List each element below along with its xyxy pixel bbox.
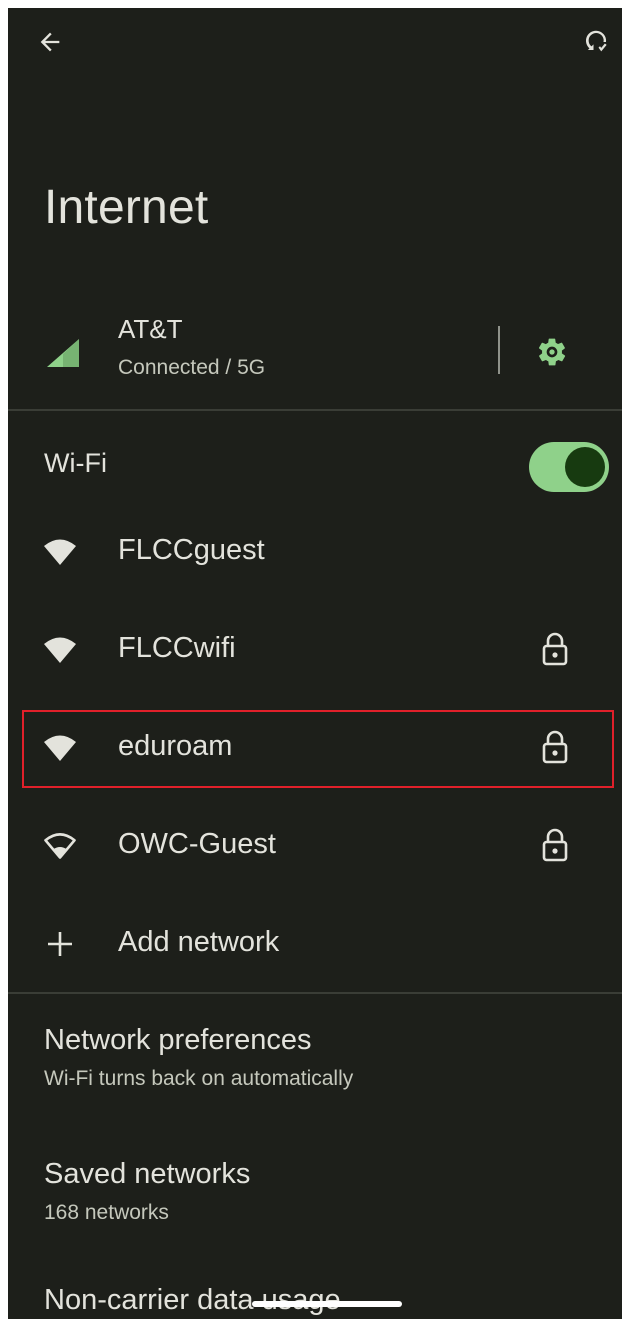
section-divider <box>8 992 622 994</box>
preference-subtitle: Wi-Fi turns back on automatically <box>44 1067 354 1090</box>
wifi-label: Wi-Fi <box>44 448 107 478</box>
saved-networks-item[interactable]: Saved networks 168 networks <box>44 1158 250 1225</box>
section-divider <box>8 409 622 411</box>
carrier-divider <box>498 326 500 374</box>
network-name: FLCCguest <box>118 534 265 566</box>
carrier-status: Connected / 5G <box>118 356 266 379</box>
toggle-knob <box>565 447 605 487</box>
network-preferences-item[interactable]: Network preferences Wi-Fi turns back on … <box>44 1024 353 1091</box>
preference-title: Network preferences <box>44 1024 312 1056</box>
back-button[interactable] <box>28 20 72 64</box>
gear-icon <box>538 338 566 366</box>
page-title: Internet <box>44 181 209 234</box>
carrier-settings-button[interactable] <box>530 330 574 374</box>
preference-title: Saved networks <box>44 1158 251 1190</box>
plus-icon <box>48 932 72 956</box>
wifi-signal-icon <box>44 637 76 663</box>
lock-icon <box>542 632 568 666</box>
network-reset-button[interactable] <box>574 20 618 64</box>
carrier-name: AT&T <box>118 314 183 344</box>
carrier-row[interactable]: AT&T Connected / 5G <box>8 300 622 410</box>
wifi-signal-weak-icon <box>44 833 76 859</box>
network-reset-icon <box>585 30 607 52</box>
cell-signal-icon <box>47 339 79 367</box>
network-name: OWC-Guest <box>118 828 276 860</box>
network-row-flccwifi[interactable]: FLCCwifi <box>8 602 622 698</box>
gesture-navigation-bar[interactable] <box>252 1301 402 1307</box>
lock-icon <box>542 828 568 862</box>
wifi-toggle-row[interactable]: Wi-Fi <box>8 418 622 504</box>
network-name: FLCCwifi <box>118 632 236 664</box>
wifi-signal-icon <box>44 539 76 565</box>
preference-subtitle: 168 networks <box>44 1201 169 1224</box>
add-network-label: Add network <box>118 926 280 958</box>
network-row-owc-guest[interactable]: OWC-Guest <box>8 798 622 894</box>
selection-highlight <box>22 710 614 788</box>
network-row-flccguest[interactable]: FLCCguest <box>8 504 622 600</box>
internet-settings-screen: Internet AT&T Connected / 5G Wi-Fi FLCCg… <box>8 8 622 1319</box>
arrow-back-icon <box>40 32 60 52</box>
wifi-toggle[interactable] <box>529 442 609 492</box>
add-network-button[interactable]: Add network <box>8 896 622 992</box>
